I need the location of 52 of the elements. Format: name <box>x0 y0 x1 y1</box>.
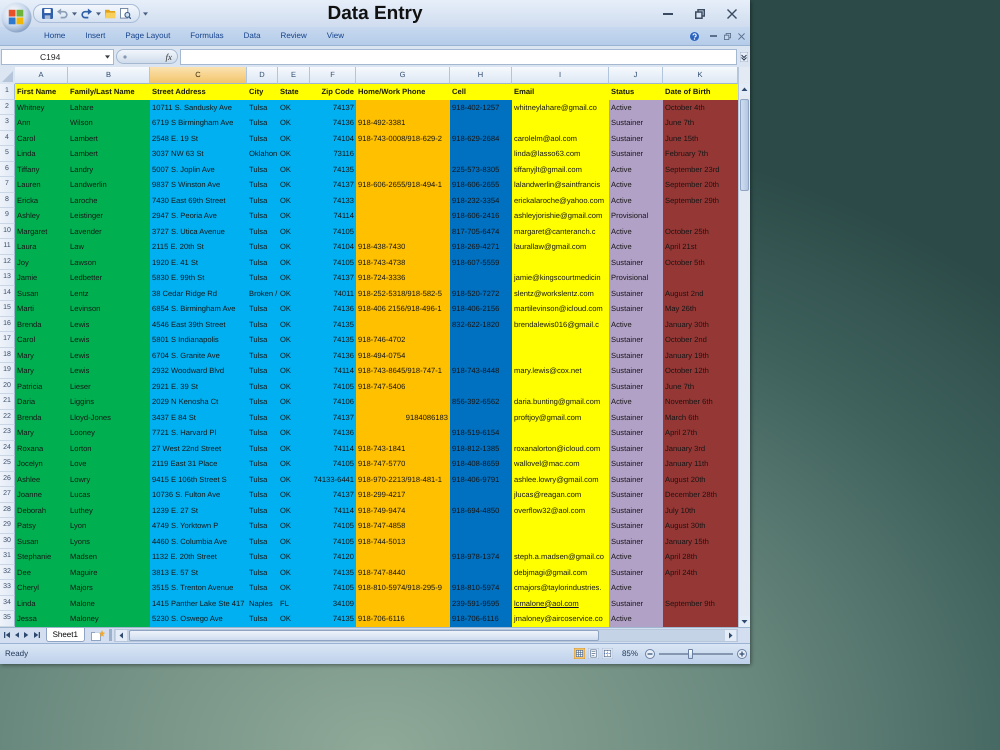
ribbon-tab[interactable]: Insert <box>75 29 116 43</box>
window-title: Data Entry <box>326 2 424 24</box>
insert-function-button[interactable]: fx <box>164 50 174 62</box>
ribbon-tab[interactable]: Review <box>270 29 317 43</box>
close-icon[interactable] <box>738 32 745 40</box>
grip-icon[interactable] <box>123 54 127 58</box>
caret-icon[interactable] <box>96 12 101 16</box>
name-box[interactable]: C194 <box>1 48 114 64</box>
spreadsheet-cell[interactable] <box>356 100 450 115</box>
zoom-out-icon[interactable] <box>645 648 655 658</box>
caret-icon[interactable] <box>105 54 110 58</box>
scrollbar-thumb[interactable] <box>740 99 749 191</box>
close-icon[interactable] <box>727 8 737 18</box>
expand-icon[interactable] <box>740 52 748 62</box>
spreadsheet-cell[interactable] <box>663 611 738 626</box>
caret-icon[interactable] <box>143 12 148 16</box>
slider-thumb[interactable] <box>688 648 693 658</box>
ribbon-tab[interactable]: Home <box>34 29 76 43</box>
vertical-scrollbar[interactable] <box>738 67 750 626</box>
save-icon[interactable] <box>42 8 53 19</box>
restore-icon[interactable] <box>695 8 705 18</box>
ribbon-tab[interactable]: Data <box>234 29 271 43</box>
scrollbar-thumb[interactable] <box>128 630 599 640</box>
ribbon-tab[interactable]: View <box>316 29 354 43</box>
sheet-tab[interactable]: Sheet1 <box>46 628 85 642</box>
grid-view-icon[interactable] <box>574 648 585 659</box>
page-view-icon[interactable] <box>588 648 599 659</box>
restore-icon[interactable] <box>724 32 731 40</box>
caret-icon[interactable] <box>72 12 77 16</box>
arrow-left-icon[interactable] <box>15 632 20 638</box>
ribbon-tab[interactable]: Formulas <box>180 29 234 43</box>
redo-icon[interactable] <box>81 8 92 19</box>
arrow-right-icon[interactable] <box>725 630 736 640</box>
status-text: Ready <box>5 649 28 658</box>
page-magnifier-icon[interactable] <box>120 8 131 19</box>
split-handle[interactable] <box>108 629 112 641</box>
formula-input[interactable] <box>180 48 737 64</box>
skip-right-icon[interactable] <box>34 632 40 638</box>
skip-left-icon[interactable] <box>4 632 10 638</box>
arrow-left-icon[interactable] <box>116 630 127 640</box>
new-sheet-icon[interactable] <box>90 630 105 640</box>
ribbon-tab[interactable]: Page Layout <box>115 29 180 43</box>
help-icon[interactable] <box>690 32 699 40</box>
page-break-view-icon[interactable] <box>602 648 613 659</box>
horizontal-scrollbar[interactable] <box>114 628 738 642</box>
zoom-level-button[interactable]: 85% <box>616 649 642 658</box>
arrow-right-icon[interactable] <box>24 632 29 638</box>
undo-icon[interactable] <box>57 8 68 19</box>
minimize-icon[interactable] <box>663 12 673 14</box>
folder-icon[interactable] <box>105 8 116 19</box>
select-all-icon[interactable] <box>0 67 15 84</box>
zoom-in-icon[interactable] <box>737 648 747 658</box>
